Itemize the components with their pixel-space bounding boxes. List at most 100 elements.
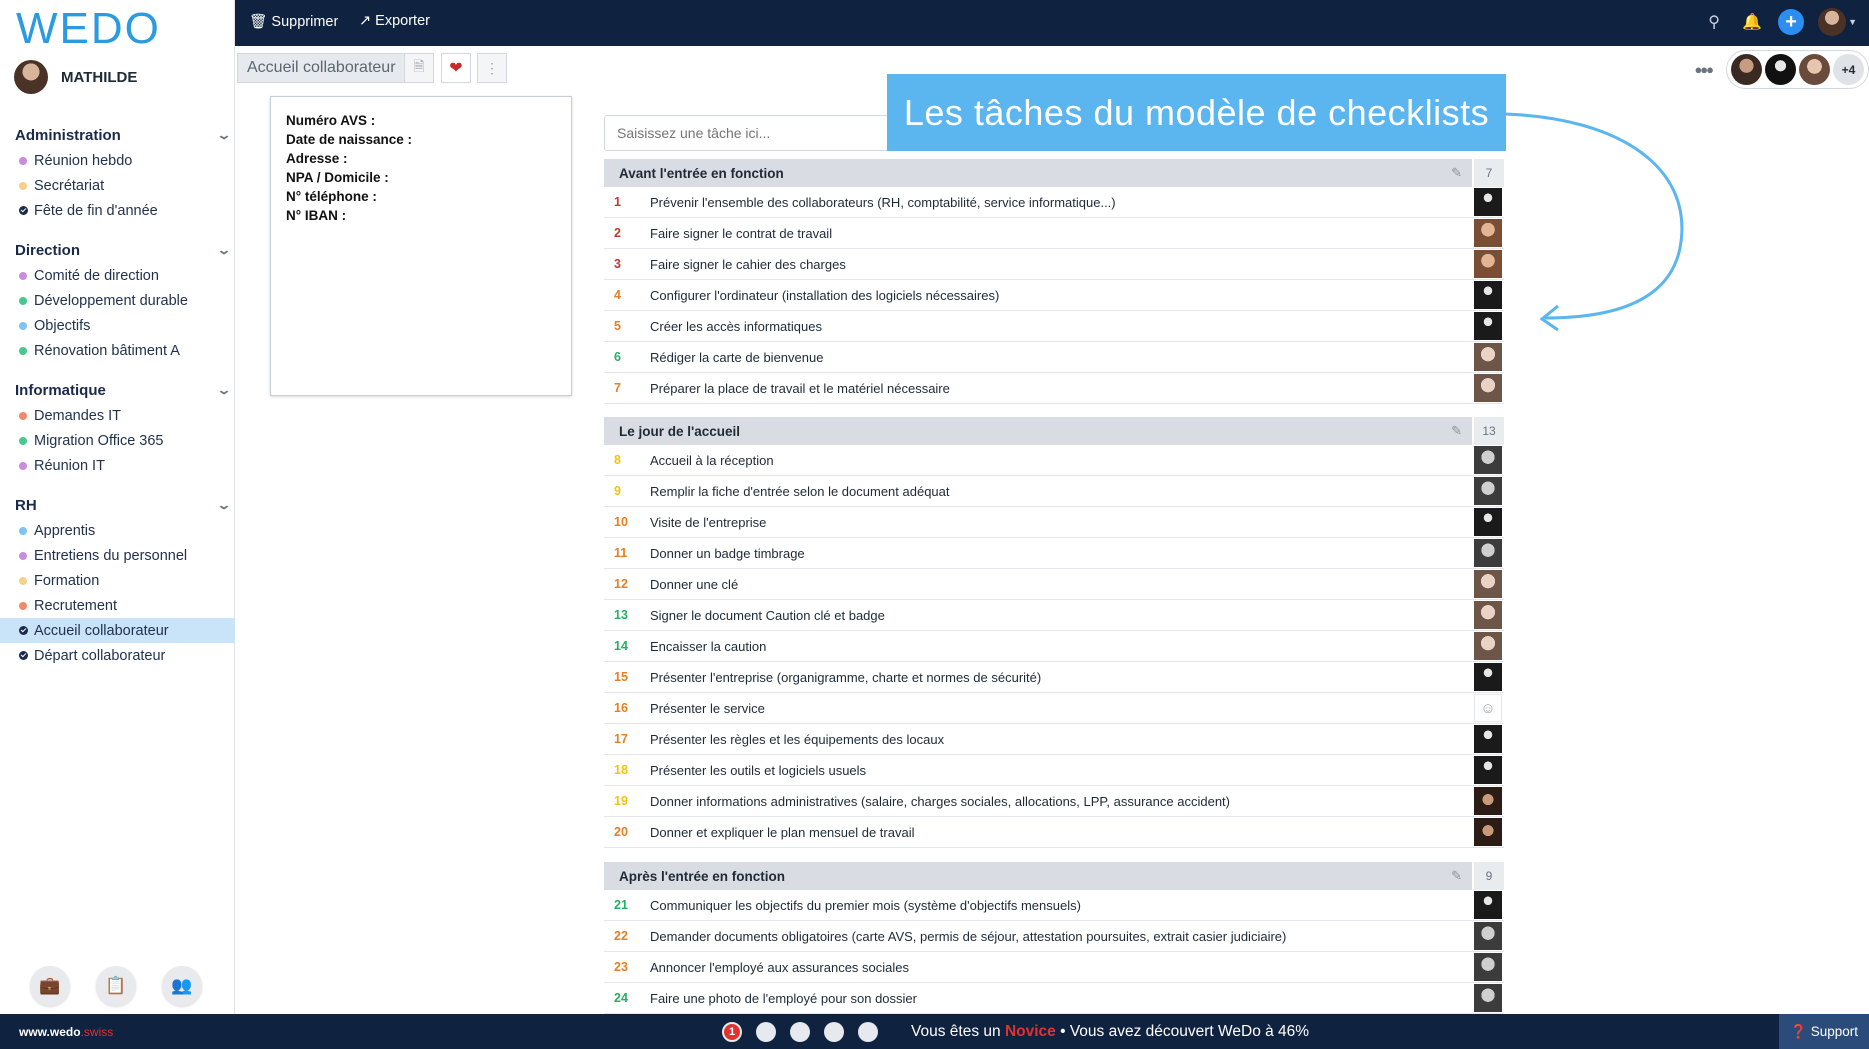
task-row[interactable]: 8 Accueil à la réception (604, 445, 1504, 476)
sidebar-group-header[interactable]: Administration ⌄ (0, 122, 235, 148)
section-header[interactable]: Avant l'entrée en fonction ✎ 7 (604, 159, 1504, 187)
sidebar-item[interactable]: Secrétariat (0, 173, 235, 198)
assignee-avatar[interactable] (1474, 756, 1502, 784)
task-row[interactable]: 4 Configurer l'ordinateur (installation d… (604, 280, 1504, 311)
site-link[interactable]: www.wedo.swiss (19, 1025, 113, 1039)
sidebar-item[interactable]: Développement durable (0, 288, 235, 313)
sidebar-group-header[interactable]: Direction ⌄ (0, 237, 235, 263)
sidebar-item[interactable]: Objectifs (0, 313, 235, 338)
chevron-down-icon[interactable]: ⌄ (216, 498, 231, 512)
sidebar-item[interactable]: Entretiens du personnel (0, 543, 235, 568)
task-row[interactable]: 11 Donner un badge timbrage (604, 538, 1504, 569)
magic-wand-icon[interactable]: ✎ (1451, 165, 1462, 181)
assignee-avatar[interactable] (1474, 953, 1502, 981)
onboarding-step[interactable] (858, 1022, 878, 1042)
users-icon[interactable]: 👥 (162, 966, 202, 1006)
task-row[interactable]: 17 Présenter les règles et les équipement… (604, 724, 1504, 755)
sidebar-item[interactable]: Rénovation bâtiment A (0, 338, 235, 363)
assignee-avatar[interactable] (1474, 787, 1502, 815)
task-row[interactable]: 13 Signer le document Caution clé et badg… (604, 600, 1504, 631)
export-button[interactable]: ↗ Exporter (359, 13, 430, 29)
sidebar-item[interactable]: Fête de fin d'année (0, 198, 235, 223)
task-row[interactable]: 6 Rédiger la carte de bienvenue (604, 342, 1504, 373)
task-row[interactable]: 9 Remplir la fiche d'entrée selon le docu… (604, 476, 1504, 507)
task-row[interactable]: 1 Prévenir l'ensemble des collaborateurs … (604, 187, 1504, 218)
bell-icon[interactable]: 🔔 (1740, 10, 1764, 34)
support-button[interactable]: ❓ Support (1779, 1014, 1869, 1049)
sidebar-item[interactable]: Apprentis (0, 518, 235, 543)
clipboard-icon[interactable]: 📋 (96, 966, 136, 1006)
document-icon[interactable]: 🗎 (404, 53, 434, 83)
assignee-avatar[interactable] (1474, 219, 1502, 247)
chevron-down-icon[interactable]: ⌄ (216, 243, 231, 257)
task-row[interactable]: 23 Annoncer l'employé aux assurances soci… (604, 952, 1504, 983)
sidebar-group-header[interactable]: RH ⌄ (0, 492, 235, 518)
task-row[interactable]: 21 Communiquer les objectifs du premier m… (604, 890, 1504, 921)
assignee-avatar[interactable] (1474, 632, 1502, 660)
more-options-icon[interactable]: ⋮ (477, 53, 507, 83)
assignee-avatar[interactable] (1474, 539, 1502, 567)
task-row[interactable]: 14 Encaisser la caution (604, 631, 1504, 662)
task-row[interactable]: 7 Préparer la place de travail et le maté… (604, 373, 1504, 404)
magic-wand-icon[interactable]: ✎ (1451, 423, 1462, 439)
task-row[interactable]: 22 Demander documents obligatoires (carte… (604, 921, 1504, 952)
assignee-avatar[interactable] (1474, 477, 1502, 505)
member-avatars[interactable]: +4 (1726, 50, 1869, 89)
task-row[interactable]: 20 Donner et expliquer le plan mensuel de… (604, 817, 1504, 848)
page-title[interactable]: Accueil collaborateur (237, 53, 406, 83)
assignee-avatar[interactable] (1474, 725, 1502, 753)
onboarding-step[interactable]: 1 (722, 1022, 742, 1042)
sidebar-item[interactable]: Réunion hebdo (0, 148, 235, 173)
assignee-avatar[interactable] (1474, 312, 1502, 340)
chevron-down-icon[interactable]: ⌄ (216, 383, 231, 397)
sidebar-item[interactable]: Demandes IT (0, 403, 235, 428)
task-input[interactable] (604, 115, 904, 151)
task-row[interactable]: 5 Créer les accès informatiques (604, 311, 1504, 342)
search-icon[interactable]: ⚲ (1702, 10, 1726, 34)
delete-button[interactable]: 🗑 Supprimer (249, 13, 338, 31)
assignee-avatar[interactable] (1474, 343, 1502, 371)
task-row[interactable]: 2 Faire signer le contrat de travail (604, 218, 1504, 249)
assignee-avatar[interactable] (1474, 601, 1502, 629)
task-row[interactable]: 12 Donner une clé (604, 569, 1504, 600)
magic-wand-icon[interactable]: ✎ (1451, 868, 1462, 884)
heart-icon[interactable]: ❤ (441, 53, 471, 83)
chevron-down-icon[interactable]: ⌄ (216, 128, 231, 142)
user-menu[interactable]: ▼ (1818, 8, 1857, 36)
task-row[interactable]: 19 Donner informations administratives (s… (604, 786, 1504, 817)
briefcase-icon[interactable]: 💼 (30, 966, 70, 1006)
assignee-avatar[interactable] (1474, 570, 1502, 598)
onboarding-step[interactable] (756, 1022, 776, 1042)
assignee-avatar[interactable] (1474, 281, 1502, 309)
assignee-avatar[interactable] (1474, 188, 1502, 216)
sidebar-item[interactable]: Migration Office 365 (0, 428, 235, 453)
task-row[interactable]: 16 Présenter le service ☺ (604, 693, 1504, 724)
add-icon[interactable]: + (1778, 9, 1805, 35)
assignee-avatar[interactable] (1474, 250, 1502, 278)
task-row[interactable]: 15 Présenter l'entreprise (organigramme, … (604, 662, 1504, 693)
task-row[interactable]: 18 Présenter les outils et logiciels usue… (604, 755, 1504, 786)
assignee-avatar[interactable] (1474, 984, 1502, 1012)
sidebar-item[interactable]: Réunion IT (0, 453, 235, 478)
task-row[interactable]: 3 Faire signer le cahier des charges (604, 249, 1504, 280)
section-header[interactable]: Après l'entrée en fonction ✎ 9 (604, 862, 1504, 890)
task-row[interactable]: 10 Visite de l'entreprise (604, 507, 1504, 538)
user-profile[interactable]: MATHILDE (14, 60, 137, 94)
assignee-avatar[interactable] (1474, 818, 1502, 846)
assignee-avatar[interactable] (1474, 922, 1502, 950)
assignee-avatar[interactable] (1474, 446, 1502, 474)
sidebar-item[interactable]: Formation (0, 568, 235, 593)
section-header[interactable]: Le jour de l'accueil ✎ 13 (604, 417, 1504, 445)
assignee-avatar[interactable] (1474, 374, 1502, 402)
sidebar-item[interactable]: Recrutement (0, 593, 235, 618)
onboarding-step[interactable] (824, 1022, 844, 1042)
sidebar-group-header[interactable]: Informatique ⌄ (0, 377, 235, 403)
wedo-logo[interactable]: WEDO (16, 4, 161, 54)
sidebar-item[interactable]: Départ collaborateur (0, 643, 235, 668)
sidebar-item[interactable]: Accueil collaborateur (0, 618, 235, 643)
unassigned-user-icon[interactable]: ☺ (1474, 694, 1502, 722)
team-icon[interactable]: ●●● (1694, 62, 1714, 77)
sidebar-item[interactable]: Comité de direction (0, 263, 235, 288)
assignee-avatar[interactable] (1474, 663, 1502, 691)
task-row[interactable]: 24 Faire une photo de l'employé pour son … (604, 983, 1504, 1014)
